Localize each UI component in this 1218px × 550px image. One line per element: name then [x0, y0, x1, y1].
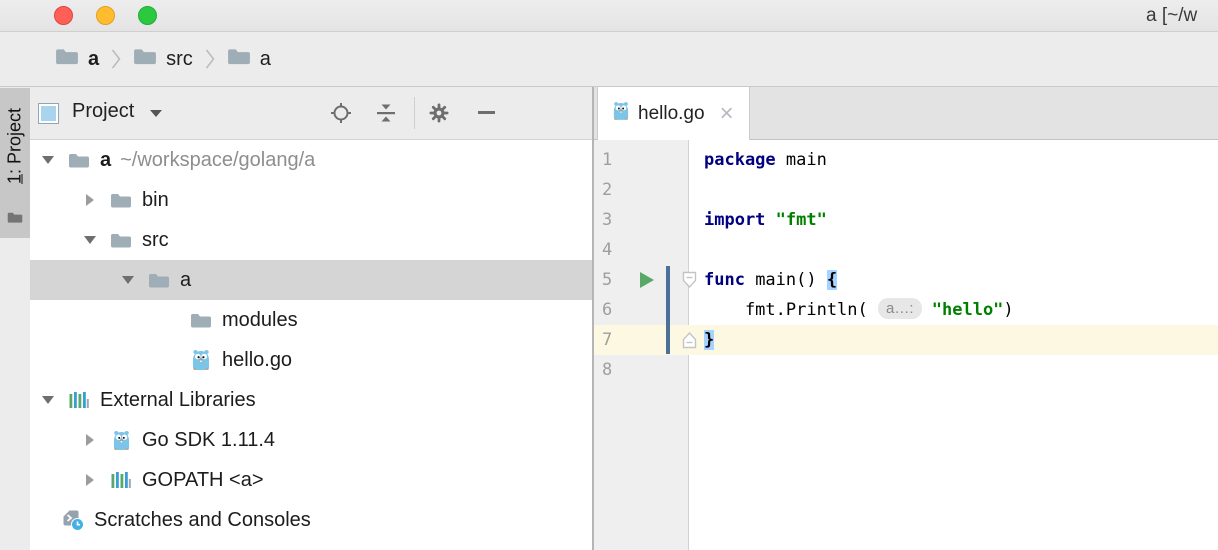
tree-item-path: ~/workspace/golang/a [120, 149, 315, 172]
tree-item-external-libraries[interactable]: External Libraries [30, 380, 592, 420]
close-tab-icon[interactable]: × [720, 102, 734, 126]
folder-icon [55, 47, 79, 72]
tree-item-label: hello.go [222, 349, 292, 372]
tree-item-a-selected[interactable]: a [30, 260, 592, 300]
breadcrumb-item-a[interactable]: a [55, 47, 99, 72]
tree-item-label: modules [222, 309, 298, 332]
tree-item-modules[interactable]: modules [30, 300, 592, 340]
line-number: 6 [594, 295, 638, 325]
project-panel-title[interactable]: Project [72, 100, 134, 123]
tool-window-tab-project[interactable]: 1: Project [0, 88, 30, 238]
line-number: 2 [594, 175, 638, 205]
tree-item-label: bin [142, 189, 169, 212]
folder-icon [146, 272, 172, 289]
line-number: 3 [594, 205, 638, 235]
folder-icon [108, 192, 134, 209]
code-line-8 [690, 355, 1218, 385]
line-numbers: 1 2 3 4 5 6 7 8 [594, 145, 638, 385]
tree-item-label: a [180, 269, 191, 292]
tree-item-gopath[interactable]: GOPATH <a> [30, 460, 592, 500]
tree-item-label: GOPATH <a> [142, 469, 264, 492]
line-number: 5 [594, 265, 638, 295]
ide-window: a [~/w a src a 1: Project [0, 0, 1218, 550]
go-gopher-icon [613, 101, 629, 127]
tree-item-label: Go SDK 1.11.4 [142, 429, 275, 452]
code-area[interactable]: package main import "fmt" func main() { … [690, 145, 1218, 385]
zoom-window-button[interactable] [138, 6, 157, 25]
code-line-2 [690, 175, 1218, 205]
line-number: 1 [594, 145, 638, 175]
editor-body[interactable]: 1 2 3 4 5 6 7 8 package [594, 140, 1218, 550]
folder-icon [227, 47, 251, 72]
folder-icon [108, 232, 134, 249]
folder-icon [7, 211, 23, 229]
tree-item-go-sdk[interactable]: Go SDK 1.11.4 [30, 420, 592, 460]
gear-icon[interactable] [428, 102, 450, 129]
code-line-1: package main [690, 145, 1218, 175]
folder-icon [133, 47, 157, 72]
folder-icon [66, 152, 92, 169]
titlebar: a [~/w [0, 0, 1218, 32]
line-number: 7 [594, 325, 638, 355]
code-line-7: } [690, 325, 1218, 355]
code-line-5: func main() { [690, 265, 1218, 295]
tree-item-label: External Libraries [100, 389, 256, 412]
chevron-expanded-icon[interactable] [38, 396, 58, 404]
editor-tabbar: hello.go × [594, 87, 1218, 140]
code-line-3: import "fmt" [690, 205, 1218, 235]
editor-tab-hello-go[interactable]: hello.go × [597, 87, 750, 140]
close-window-button[interactable] [54, 6, 73, 25]
tree-item-hello-go[interactable]: hello.go [30, 340, 592, 380]
minimize-window-button[interactable] [96, 6, 115, 25]
window-title: a [~/w [1146, 5, 1197, 27]
breadcrumb-separator-icon [111, 47, 121, 71]
tree-item-label: a [100, 149, 111, 172]
library-icon [66, 390, 92, 410]
project-panel-header: Project [30, 87, 592, 140]
locate-file-button[interactable] [330, 102, 352, 129]
toolbar-separator [414, 97, 415, 129]
code-line-4 [690, 235, 1218, 265]
changed-lines-marker [666, 266, 670, 354]
parameter-hint: a…: [878, 298, 922, 319]
scratches-icon [60, 510, 86, 531]
project-tree: a ~/workspace/golang/a bin src a [30, 140, 592, 550]
breadcrumb-item-src[interactable]: src [133, 47, 193, 72]
go-gopher-icon [188, 349, 214, 371]
chevron-collapsed-icon[interactable] [80, 194, 100, 206]
editor-tab-label: hello.go [638, 103, 705, 125]
line-number: 8 [594, 355, 638, 385]
tree-item-bin[interactable]: bin [30, 180, 592, 220]
chevron-expanded-icon[interactable] [38, 156, 58, 164]
tree-item-scratches[interactable]: Scratches and Consoles [30, 500, 592, 540]
tool-window-stripe: 1: Project [0, 87, 30, 550]
chevron-collapsed-icon[interactable] [80, 434, 100, 446]
go-gopher-icon [108, 430, 134, 451]
tree-item-label: Scratches and Consoles [94, 509, 311, 532]
breadcrumb: a src a [0, 32, 1218, 87]
library-icon [108, 470, 134, 490]
chevron-down-icon[interactable] [150, 110, 162, 117]
editor-area: hello.go × 1 2 3 4 5 6 7 8 [594, 87, 1218, 550]
tree-item-root-a[interactable]: a ~/workspace/golang/a [30, 140, 592, 180]
project-panel: Project [30, 87, 592, 550]
chevron-collapsed-icon[interactable] [80, 474, 100, 486]
chevron-expanded-icon[interactable] [80, 236, 100, 244]
collapse-all-button[interactable] [375, 102, 397, 129]
tree-item-src[interactable]: src [30, 220, 592, 260]
main-area: 1: Project Project [0, 87, 1218, 550]
chevron-expanded-icon[interactable] [118, 276, 138, 284]
project-tool-window-icon [38, 103, 59, 124]
tree-item-label: src [142, 229, 169, 252]
breadcrumb-separator-icon [205, 47, 215, 71]
breadcrumb-item-a2[interactable]: a [227, 47, 271, 72]
tool-window-tab-label: 1: Project [5, 108, 26, 184]
folder-icon [188, 312, 214, 329]
hide-panel-button[interactable] [478, 111, 495, 114]
code-line-6: fmt.Println( a…: "hello") [690, 295, 1218, 325]
line-number: 4 [594, 235, 638, 265]
run-main-icon[interactable] [640, 272, 654, 288]
